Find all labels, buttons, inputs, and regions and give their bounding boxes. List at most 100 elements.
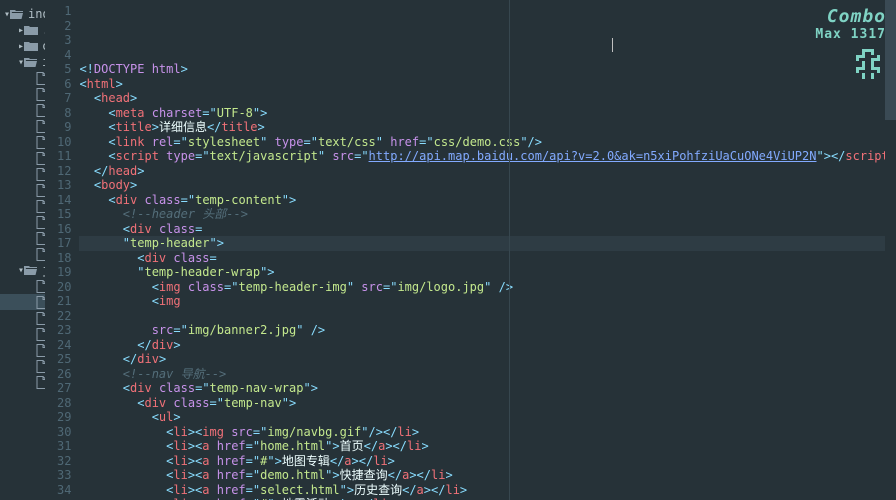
scrollbar[interactable] — [885, 0, 896, 500]
line-number: 21 — [45, 294, 71, 309]
code-line[interactable] — [79, 309, 896, 324]
line-number: 33 — [45, 468, 71, 483]
code-line[interactable]: <li><img src="img/navbg.gif"/></li> — [79, 425, 896, 440]
file-icon — [36, 136, 45, 148]
line-number: 23 — [45, 323, 71, 338]
tree-item[interactable]: top.jpg — [0, 246, 45, 262]
code-line[interactable]: <link rel="stylesheet" type="text/css" h… — [79, 135, 896, 150]
file-tree[interactable]: ▾index▸.git▸css▾imgadd.pngbanner2.jpgbod… — [0, 0, 45, 500]
code-line[interactable]: <img class="temp-header-img" src="img/lo… — [79, 280, 896, 295]
file-icon — [36, 360, 45, 372]
code-line[interactable]: <head> — [79, 91, 896, 106]
tree-item[interactable]: ▾img — [0, 54, 45, 70]
code-line[interactable]: <!--header 头部--> — [79, 207, 896, 222]
tree-item[interactable]: logo.jpg — [0, 150, 45, 166]
line-number: 9 — [45, 120, 71, 135]
tree-item[interactable]: qq_login.jpg — [0, 214, 45, 230]
code-line[interactable]: <html> — [79, 77, 896, 92]
tree-item[interactable]: home.html — [0, 326, 45, 342]
line-number: 4 — [45, 48, 71, 63]
line-number: 12 — [45, 164, 71, 179]
line-number: 7 — [45, 91, 71, 106]
line-number: 6 — [45, 77, 71, 92]
line-number: 5 — [45, 62, 71, 77]
file-icon — [36, 248, 45, 260]
file-icon — [36, 200, 45, 212]
line-number: 31 — [45, 439, 71, 454]
code-line[interactable]: </div> — [79, 338, 896, 353]
tree-item[interactable]: body.jpg — [0, 102, 45, 118]
code-line[interactable]: <ul> — [79, 410, 896, 425]
code-line[interactable]: src="img/banner2.jpg" /> — [79, 323, 896, 338]
file-icon — [36, 344, 45, 356]
file-icon — [36, 376, 45, 388]
code-line[interactable]: <div class="temp-nav"> — [79, 396, 896, 411]
code-line[interactable]: <body> — [79, 178, 896, 193]
file-icon — [36, 168, 45, 180]
line-number: 30 — [45, 425, 71, 440]
line-number: 20 — [45, 280, 71, 295]
code-line[interactable]: <title>详细信息</title> — [79, 120, 896, 135]
code-line[interactable]: <li><a href="select.html">历史查询</a></li> — [79, 483, 896, 498]
ruler — [509, 0, 510, 500]
code-line[interactable]: <!--nav 导航--> — [79, 367, 896, 382]
line-number: 27 — [45, 381, 71, 396]
code-line[interactable]: </div> — [79, 352, 896, 367]
tree-item[interactable]: select.html — [0, 358, 45, 374]
code-line[interactable]: <img — [79, 294, 896, 309]
code-line[interactable]: <meta charset="UTF-8"> — [79, 106, 896, 121]
code-line[interactable]: </head> — [79, 164, 896, 179]
tree-item[interactable]: navbg.gif — [0, 166, 45, 182]
tree-item[interactable]: wordcount.jar — [0, 374, 45, 390]
line-number: 17 — [45, 236, 71, 251]
code-area[interactable]: <!DOCTYPE html><html> <head> <meta chars… — [79, 0, 896, 500]
file-icon — [36, 104, 45, 116]
code-line[interactable]: <li><a href="demo.html">快捷查询</a></li> — [79, 468, 896, 483]
tree-item[interactable]: prop.jpg — [0, 198, 45, 214]
line-number: 26 — [45, 367, 71, 382]
editor[interactable]: 1234567891011121314151617181920212223242… — [45, 0, 896, 500]
tree-item[interactable]: banner2.jpg — [0, 86, 45, 102]
tree-item[interactable]: foot.png — [0, 118, 45, 134]
tree-item[interactable]: ▾js — [0, 262, 45, 278]
code-line[interactable]: <!DOCTYPE html> — [79, 62, 896, 77]
tree-item[interactable]: add.png — [0, 70, 45, 86]
text-cursor — [612, 38, 613, 52]
code-line[interactable]: <div class= — [79, 251, 896, 266]
tree-item[interactable]: index.html — [0, 342, 45, 358]
scrollbar-thumb[interactable] — [885, 0, 896, 120]
code-line[interactable]: "temp-header"> — [79, 236, 896, 251]
tree-item[interactable]: prop_h1.jpg — [0, 182, 45, 198]
line-number: 11 — [45, 149, 71, 164]
code-line[interactable]: "temp-header-wrap"> — [79, 265, 896, 280]
code-line[interactable]: <div class="temp-content"> — [79, 193, 896, 208]
tree-item[interactable]: ▸css — [0, 38, 45, 54]
combo-icon — [850, 46, 886, 82]
line-gutter: 1234567891011121314151617181920212223242… — [45, 0, 79, 500]
file-icon — [36, 120, 45, 132]
file-icon — [36, 296, 45, 308]
combo-title: Combo — [815, 6, 886, 27]
tree-item[interactable]: ▸.git — [0, 22, 45, 38]
folder-open-icon — [10, 8, 24, 20]
code-line[interactable]: <div class= — [79, 222, 896, 237]
folder-open-icon — [24, 56, 38, 68]
line-number: 8 — [45, 106, 71, 121]
line-number: 10 — [45, 135, 71, 150]
tree-item[interactable]: demo.html — [0, 294, 45, 310]
tree-item[interactable]: qq.jpg — [0, 230, 45, 246]
line-number: 32 — [45, 454, 71, 469]
line-number: 34 — [45, 483, 71, 498]
code-line[interactable]: <li><a href="home.html">首页</a></li> — [79, 439, 896, 454]
file-icon — [36, 328, 45, 340]
tree-item[interactable]: ▾index — [0, 6, 45, 22]
code-line[interactable]: <script type="text/javascript" src="http… — [79, 149, 896, 164]
file-icon — [36, 232, 45, 244]
code-line[interactable]: <div class="temp-nav-wrap"> — [79, 381, 896, 396]
line-number: 29 — [45, 410, 71, 425]
tree-item[interactable]: downhot.com) .pptx — [0, 310, 45, 326]
file-icon — [36, 312, 45, 324]
code-line[interactable]: <li><a href="#">地图专辑</a></li> — [79, 454, 896, 469]
tree-item[interactable]: .project — [0, 278, 45, 294]
tree-item[interactable]: footer.jpg — [0, 134, 45, 150]
